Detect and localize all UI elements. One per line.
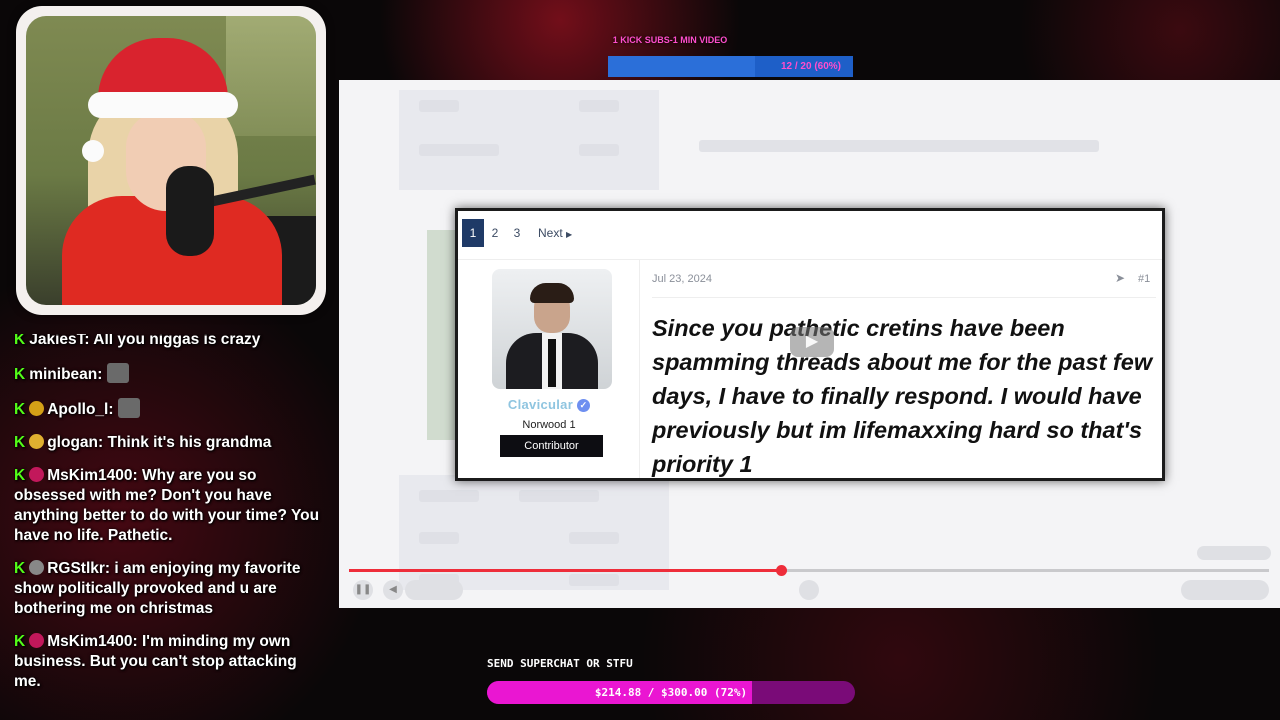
emote-image xyxy=(106,363,129,383)
superchat-goal-progress-text: $214.88 / $300.00 (72%) xyxy=(594,686,748,699)
user-badge-icon xyxy=(29,633,45,648)
kick-badge-icon: K xyxy=(14,434,26,451)
user-badge-icon xyxy=(29,467,45,482)
page-3-button[interactable]: 3 xyxy=(506,219,528,247)
time-display xyxy=(405,580,463,600)
kick-badge-icon: K xyxy=(14,334,26,348)
pagination: 1 2 3 Next ▶ xyxy=(462,219,580,249)
center-control-icon[interactable] xyxy=(799,580,819,600)
post-number[interactable]: #1 xyxy=(1138,273,1150,285)
user-banner: Contributor xyxy=(500,435,603,457)
avatar[interactable] xyxy=(492,269,612,389)
chat-username[interactable]: RGStlkr xyxy=(47,560,105,577)
post-author-panel: Clavicular ✓ Norwood 1 Contributor xyxy=(458,259,640,478)
webcam-feed xyxy=(26,16,316,305)
chat-text: Think it's his grandma xyxy=(107,434,272,451)
post-author-name[interactable]: Clavicular ✓ xyxy=(458,397,640,412)
user-title: Norwood 1 xyxy=(522,419,576,431)
chat-username[interactable]: JakiesT xyxy=(29,334,84,348)
user-badge-icon xyxy=(29,401,45,416)
chat-message: K Apollo_l: xyxy=(14,398,326,420)
superchat-goal-bar: $214.88 / $300.00 (72%) xyxy=(487,681,855,704)
volume-icon[interactable]: ◀ xyxy=(383,580,403,600)
video-timeline[interactable] xyxy=(349,565,1269,576)
chat-username[interactable]: MsKim1400 xyxy=(47,633,132,650)
chat-message: Kglogan: Think it's his grandma xyxy=(14,434,272,451)
superchat-goal-label: SEND SUPERCHAT OR STFU xyxy=(487,657,633,670)
chat-username[interactable]: MsKim1400 xyxy=(47,467,132,484)
webcam-frame xyxy=(16,6,326,315)
kick-badge-icon: K xyxy=(14,366,26,383)
pause-icon[interactable]: ❚❚ xyxy=(353,580,373,600)
post-date[interactable]: Jul 23, 2024 xyxy=(652,273,712,285)
forum-post-overlay: 1 2 3 Next ▶ Clavicular ✓ Norwood 1 Contr… xyxy=(455,208,1165,481)
player-settings-controls[interactable] xyxy=(1181,580,1269,600)
sub-goal-bar: 12 / 20 (60%) xyxy=(608,56,853,77)
microphone xyxy=(166,166,214,256)
chat-username[interactable]: Apollo_l xyxy=(47,401,108,418)
chat-text: All you niggas is crazy xyxy=(93,334,261,348)
page-2-button[interactable]: 2 xyxy=(484,219,506,247)
chat-message: K MsKim1400: I'm minding my own business.… xyxy=(14,633,297,690)
play-icon[interactable]: ▶ xyxy=(790,327,834,357)
sub-goal-label: 1 KICK SUBS-1 MIN VIDEO xyxy=(612,35,728,45)
username-text: Clavicular xyxy=(507,397,574,412)
chat-username[interactable]: glogan xyxy=(47,434,98,451)
player-top-controls[interactable] xyxy=(1197,546,1271,560)
chat-message: K RGStlkr: i am enjoying my favorite show… xyxy=(14,560,301,617)
sub-goal-progress-text: 12 / 20 (60%) xyxy=(780,61,841,72)
chat-username[interactable]: minibean xyxy=(29,366,97,383)
kick-badge-icon: K xyxy=(14,633,26,650)
timeline-progress xyxy=(349,569,782,572)
caret-right-icon: ▶ xyxy=(566,230,573,239)
kick-badge-icon: K xyxy=(14,467,26,484)
page-1-button[interactable]: 1 xyxy=(462,219,484,247)
emote-image xyxy=(117,398,140,418)
share-icon[interactable]: ➤ xyxy=(1115,271,1125,285)
verified-icon: ✓ xyxy=(577,399,591,412)
post-body: Since you pathetic cretins have been spa… xyxy=(652,315,1153,477)
user-badge-icon xyxy=(29,560,45,575)
chat-message: Kminibean: xyxy=(14,363,326,385)
timeline-scrubber[interactable] xyxy=(776,565,788,576)
next-page-button[interactable]: Next ▶ xyxy=(528,219,580,249)
chat-message: K MsKim1400: Why are you so obsessed with… xyxy=(14,467,320,544)
stream-chat: K JakiesT: All you niggas is crazy Kminibe… xyxy=(14,334,326,720)
user-badge-icon xyxy=(29,434,45,449)
kick-badge-icon: K xyxy=(14,401,26,418)
next-label: Next xyxy=(538,226,563,240)
chat-message: K JakiesT: All you niggas is crazy xyxy=(14,334,326,350)
kick-badge-icon: K xyxy=(14,560,26,577)
